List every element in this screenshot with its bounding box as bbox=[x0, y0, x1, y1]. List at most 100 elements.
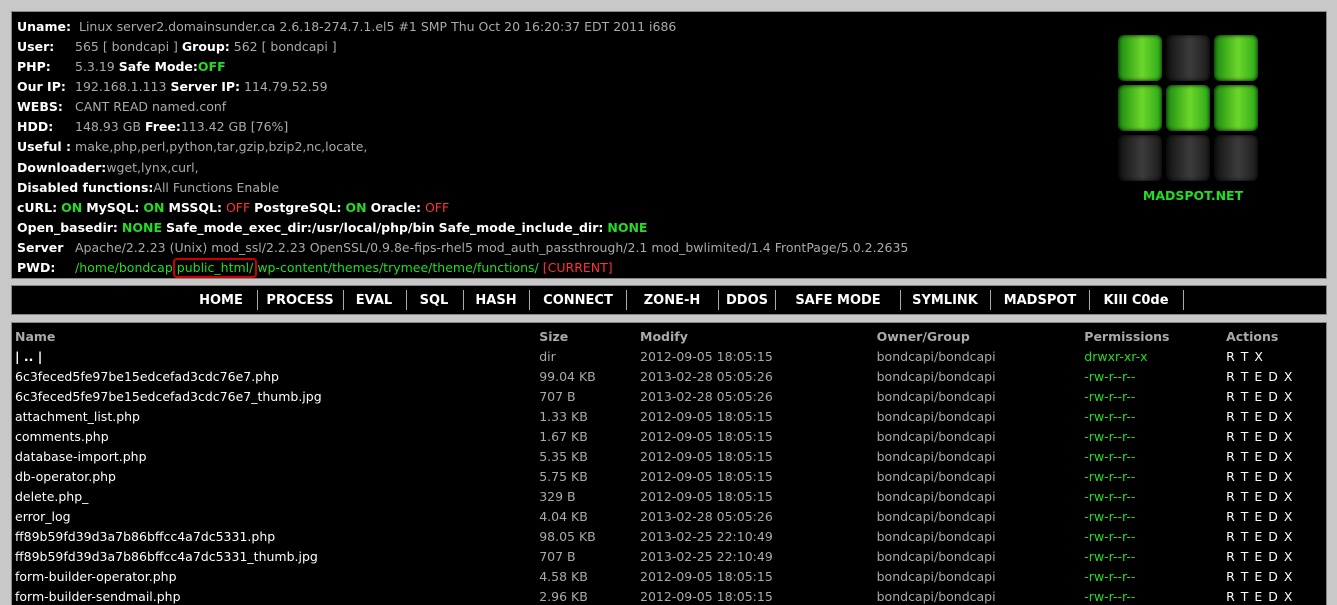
file-size: 5.75 KB bbox=[539, 468, 588, 484]
pwd-path: /home/bondcap public_html/wp-content/them… bbox=[75, 258, 613, 278]
file-name[interactable]: ff89b59fd39d3a7b86bffcc4a7dc5331.php bbox=[15, 526, 539, 546]
column-header-size[interactable]: Size bbox=[539, 326, 640, 346]
include-dir-label: Safe_mode_include_dir: bbox=[438, 220, 604, 235]
file-permissions[interactable]: -rw-r--r-- bbox=[1084, 586, 1226, 605]
ip-row: Our IP: 192.168.1.113 Server IP: 114.79.… bbox=[17, 77, 328, 97]
file-actions[interactable]: R T E D X bbox=[1226, 486, 1326, 506]
file-modified: 2013-02-28 05:05:26 bbox=[640, 368, 773, 384]
file-actions[interactable]: R T E D X bbox=[1226, 466, 1326, 486]
column-header-permissions[interactable]: Permissions bbox=[1084, 326, 1226, 346]
file-permissions[interactable]: -rw-r--r-- bbox=[1084, 386, 1226, 406]
webs-value: CANT READ named.conf bbox=[75, 99, 227, 114]
table-row: 6c3feced5fe97be15edcefad3cdc76e7_thumb.j… bbox=[15, 386, 1326, 406]
file-actions[interactable]: R T E D X bbox=[1226, 586, 1326, 605]
table-row: | .. | dir 2012-09-05 18:05:15 bondcapi/bon… bbox=[15, 346, 1326, 366]
file-permissions[interactable]: -rw-r--r-- bbox=[1084, 466, 1226, 486]
file-name[interactable]: 6c3feced5fe97be15edcefad3cdc76e7_thumb.j… bbox=[15, 386, 539, 406]
logo-cube bbox=[1166, 85, 1210, 131]
file-permissions[interactable]: -rw-r--r-- bbox=[1084, 486, 1226, 506]
menu-item-madspot[interactable]: MADSPOT bbox=[992, 290, 1088, 312]
menu-item-zone-h[interactable]: ZONE-H bbox=[627, 290, 717, 312]
hdd-value: 148.93 GB bbox=[75, 119, 141, 134]
file-size: 2.96 KB bbox=[539, 588, 588, 604]
file-size: 4.04 KB bbox=[539, 508, 588, 524]
table-row: database-import.php 5.35 KB 2012-09-05 18:… bbox=[15, 446, 1326, 466]
file-size: 707 B bbox=[539, 388, 576, 404]
file-size: 1.33 KB bbox=[539, 408, 588, 424]
logo-cube bbox=[1118, 135, 1162, 181]
menu-item-kill-c0de[interactable]: KIll C0de bbox=[1090, 290, 1182, 312]
mysql-value: ON bbox=[143, 200, 165, 215]
logo-text: MADSPOT.NET bbox=[1142, 188, 1244, 203]
file-permissions[interactable]: -rw-r--r-- bbox=[1084, 506, 1226, 526]
menu-item-symlink[interactable]: SYMLINK bbox=[901, 290, 989, 312]
our-ip-label: Our IP: bbox=[17, 79, 66, 94]
pgsql-label: PostgreSQL: bbox=[254, 200, 342, 215]
file-name[interactable]: ff89b59fd39d3a7b86bffcc4a7dc5331_thumb.j… bbox=[15, 546, 539, 566]
pwd-label: PWD: bbox=[17, 260, 56, 275]
menu-item-connect[interactable]: CONNECT bbox=[531, 290, 625, 312]
file-size: 1.67 KB bbox=[539, 428, 588, 444]
free-label: Free: bbox=[144, 119, 181, 134]
file-name[interactable]: database-import.php bbox=[15, 446, 539, 466]
file-name[interactable]: delete.php_ bbox=[15, 486, 539, 506]
file-actions[interactable]: R T E D X bbox=[1226, 526, 1326, 546]
pwd-segment-functions[interactable]: wp-content/themes/trymee/theme/functions… bbox=[257, 260, 538, 275]
user-row: User: 565 [ bondcapi ] Group: 562 [ bond… bbox=[17, 37, 337, 57]
menu-item-ddos[interactable]: DDOS bbox=[720, 290, 774, 312]
file-name[interactable]: | .. | bbox=[15, 346, 539, 366]
safe-mode-label: Safe Mode: bbox=[118, 59, 198, 74]
file-actions[interactable]: R T E D X bbox=[1226, 446, 1326, 466]
file-actions[interactable]: R T E D X bbox=[1226, 546, 1326, 566]
uname-label: Uname: bbox=[17, 19, 71, 34]
uname-row: Uname: Linux server2.domainsunder.ca 2.6… bbox=[17, 17, 676, 37]
pwd-current-marker: [CURRENT] bbox=[542, 260, 613, 275]
column-header-name[interactable]: Name bbox=[15, 326, 539, 346]
oracle-value: OFF bbox=[424, 200, 450, 215]
column-header-actions[interactable]: Actions bbox=[1226, 326, 1326, 346]
file-permissions[interactable]: -rw-r--r-- bbox=[1084, 426, 1226, 446]
column-header-modify[interactable]: Modify bbox=[640, 326, 877, 346]
column-header-owner-group[interactable]: Owner/Group bbox=[877, 326, 1085, 346]
file-permissions[interactable]: -rw-r--r-- bbox=[1084, 406, 1226, 426]
file-permissions[interactable]: -rw-r--r-- bbox=[1084, 526, 1226, 546]
file-permissions[interactable]: -rw-r--r-- bbox=[1084, 566, 1226, 586]
file-actions[interactable]: R T E D X bbox=[1226, 426, 1326, 446]
file-name[interactable]: db-operator.php bbox=[15, 466, 539, 486]
logo-cube bbox=[1166, 135, 1210, 181]
menu-item-eval[interactable]: EVAL bbox=[343, 290, 405, 312]
menu-item-safe-mode[interactable]: SAFE MODE bbox=[777, 290, 899, 312]
file-name[interactable]: comments.php bbox=[15, 426, 539, 446]
file-permissions[interactable]: -rw-r--r-- bbox=[1084, 366, 1226, 386]
file-actions[interactable]: R T E D X bbox=[1226, 506, 1326, 526]
file-name[interactable]: 6c3feced5fe97be15edcefad3cdc76e7.php bbox=[15, 366, 539, 386]
menu-item-sql[interactable]: SQL bbox=[406, 290, 462, 312]
file-actions[interactable]: R T E D X bbox=[1226, 566, 1326, 586]
table-row: form-builder-operator.php 4.58 KB 2012-09-… bbox=[15, 566, 1326, 586]
menu-item-hash[interactable]: HASH bbox=[464, 290, 528, 312]
file-modified: 2013-02-25 22:10:49 bbox=[640, 528, 773, 544]
file-name[interactable]: attachment_list.php bbox=[15, 406, 539, 426]
pwd-segment-public-html[interactable]: public_html/ bbox=[172, 258, 258, 278]
file-name[interactable]: form-builder-operator.php bbox=[15, 566, 539, 586]
file-permissions[interactable]: -rw-r--r-- bbox=[1084, 446, 1226, 466]
useful-row: Useful : make,php,perl,python,tar,gzip,b… bbox=[17, 137, 367, 157]
group-label: Group: bbox=[181, 39, 230, 54]
safe-mode-value: OFF bbox=[197, 59, 226, 74]
file-actions[interactable]: R T E D X bbox=[1226, 406, 1326, 426]
file-actions[interactable]: R T X bbox=[1226, 346, 1326, 366]
file-permissions[interactable]: drwxr-xr-x bbox=[1084, 346, 1226, 366]
file-name[interactable]: error_log bbox=[15, 506, 539, 526]
file-name[interactable]: form-builder-sendmail.php bbox=[15, 586, 539, 605]
menu-item-process[interactable]: PROCESS bbox=[258, 290, 342, 312]
file-size: 707 B bbox=[539, 548, 576, 564]
file-actions[interactable]: R T E D X bbox=[1226, 386, 1326, 406]
file-permissions[interactable]: -rw-r--r-- bbox=[1084, 546, 1226, 566]
our-ip-value: 192.168.1.113 bbox=[75, 79, 167, 94]
user-value: 565 [ bondcapi ] bbox=[75, 39, 178, 54]
menu-item-home[interactable]: HOME bbox=[186, 290, 256, 312]
pwd-segment-home[interactable]: /home/bondcap bbox=[75, 260, 173, 275]
file-actions[interactable]: R T E D X bbox=[1226, 366, 1326, 386]
webs-label: WEBS: bbox=[17, 99, 63, 114]
file-owner: bondcapi/bondcapi bbox=[876, 528, 996, 544]
